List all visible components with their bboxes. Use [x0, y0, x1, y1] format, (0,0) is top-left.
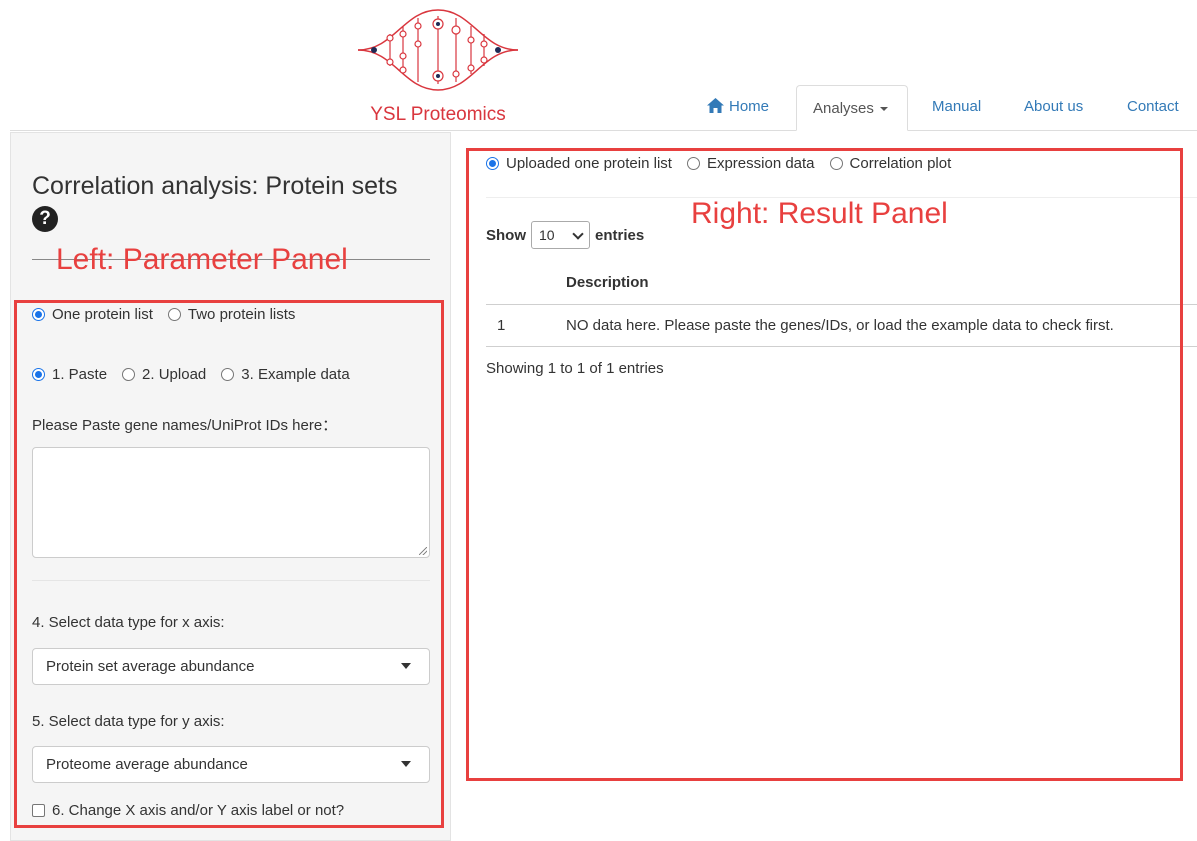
nav-about[interactable]: About us — [1024, 84, 1083, 130]
annotation-box-left — [14, 300, 444, 828]
nav-analyses-label: Analyses — [813, 100, 874, 117]
nav-home[interactable]: Home — [707, 84, 769, 130]
brand-name: YSL Proteomics — [370, 104, 506, 125]
annotation-label-left: Left: Parameter Panel — [56, 243, 348, 276]
navbar-divider — [10, 130, 1197, 131]
dna-logo-icon — [357, 9, 519, 91]
nav-home-label: Home — [729, 98, 770, 115]
home-icon — [707, 86, 724, 132]
brand-logo: YSL Proteomics — [354, 4, 522, 128]
annotation-label-right: Right: Result Panel — [691, 197, 948, 230]
page-title: Correlation analysis: Protein sets — [32, 172, 398, 200]
help-icon[interactable]: ? — [32, 206, 58, 232]
nav-contact[interactable]: Contact — [1127, 84, 1179, 130]
annotation-box-right — [466, 148, 1183, 781]
nav-manual[interactable]: Manual — [932, 84, 981, 130]
caret-down-icon — [879, 107, 888, 112]
nav-analyses[interactable]: Analyses — [796, 85, 908, 131]
